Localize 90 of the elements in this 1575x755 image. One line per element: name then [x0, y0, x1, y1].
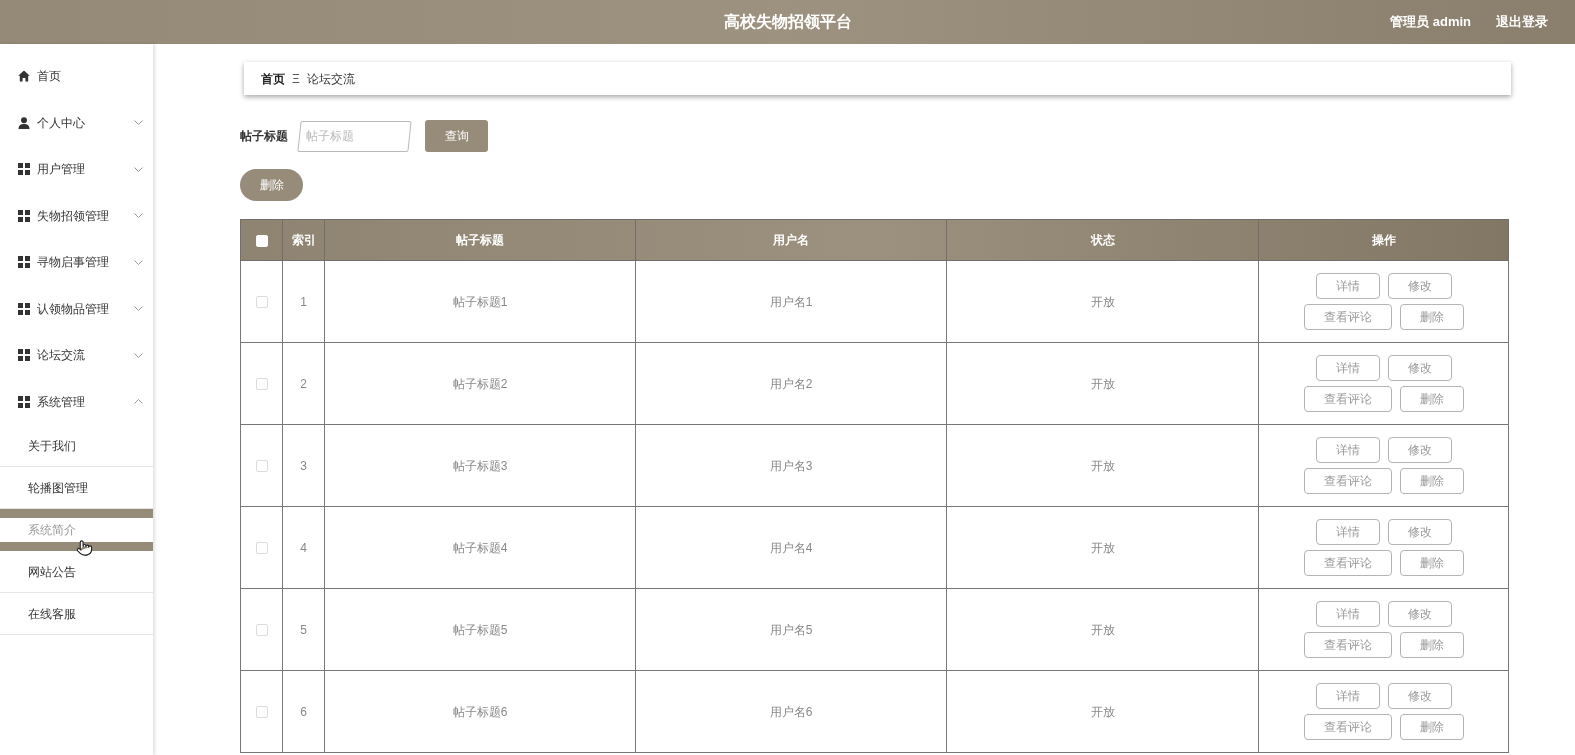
action-button[interactable]: 详情 — [1315, 437, 1380, 463]
row-checkbox[interactable] — [255, 542, 268, 555]
action-button[interactable]: 修改 — [1387, 683, 1452, 709]
table-cell: 5 — [282, 588, 325, 671]
row-checkbox[interactable] — [255, 296, 268, 309]
action-button[interactable]: 详情 — [1315, 355, 1380, 381]
table-cell: 开放 — [946, 424, 1259, 507]
action-button[interactable]: 查看评论 — [1303, 386, 1392, 412]
sidebar-item[interactable]: 首页 — [0, 53, 153, 100]
action-button[interactable]: 查看评论 — [1303, 550, 1392, 576]
action-button[interactable]: 详情 — [1315, 683, 1380, 709]
sidebar-item[interactable]: 个人中心 — [0, 99, 153, 146]
table-cell: 4 — [282, 506, 325, 589]
sidebar-subitem[interactable]: 关于我们 — [0, 425, 153, 467]
action-button[interactable]: 详情 — [1315, 519, 1380, 545]
grid-icon — [18, 209, 30, 222]
sidebar-item[interactable]: 用户管理 — [0, 146, 153, 193]
action-button[interactable]: 删除 — [1399, 468, 1464, 494]
column-header: 索引 — [282, 219, 325, 261]
column-header: 操作 — [1258, 219, 1509, 261]
row-checkbox[interactable] — [255, 706, 268, 719]
action-button[interactable]: 修改 — [1387, 355, 1452, 381]
grid-icon — [18, 256, 30, 269]
table-cell: 帖子标题3 — [324, 424, 636, 507]
action-button[interactable]: 修改 — [1387, 519, 1452, 545]
action-button[interactable]: 删除 — [1399, 386, 1464, 412]
admin-label: 管理员 admin — [1390, 13, 1471, 32]
action-button[interactable]: 删除 — [1399, 550, 1464, 576]
app-title: 高校失物招领平台 — [723, 12, 852, 32]
table-cell: 帖子标题5 — [324, 588, 636, 671]
sidebar-item[interactable]: 系统管理 — [0, 378, 153, 425]
action-button[interactable]: 修改 — [1387, 437, 1452, 463]
user-icon — [18, 116, 30, 129]
action-button[interactable]: 删除 — [1399, 304, 1464, 330]
select-all-checkbox[interactable] — [255, 234, 268, 247]
grid-icon — [18, 349, 30, 362]
table-cell: 开放 — [946, 342, 1259, 425]
action-button[interactable]: 查看评论 — [1303, 632, 1392, 658]
column-header: 状态 — [946, 219, 1259, 261]
action-button[interactable]: 删除 — [1399, 714, 1464, 740]
row-checkbox[interactable] — [255, 378, 268, 391]
grid-icon — [18, 395, 30, 408]
table-cell: 开放 — [946, 260, 1259, 343]
sidebar-item[interactable]: 寻物启事管理 — [0, 239, 153, 286]
table-cell: 开放 — [946, 506, 1259, 589]
table-cell: 帖子标题4 — [324, 506, 636, 589]
sidebar-item[interactable]: 认领物品管理 — [0, 285, 153, 332]
grid-icon — [18, 163, 30, 176]
breadcrumb-link[interactable]: 首页 — [261, 69, 285, 88]
hand-cursor-icon — [76, 538, 93, 558]
logout-link[interactable]: 退出登录 — [1496, 12, 1548, 32]
breadcrumb-separator: Ξ — [292, 70, 300, 88]
row-checkbox[interactable] — [255, 624, 268, 637]
table-cell: 用户名4 — [635, 506, 947, 589]
action-button[interactable]: 修改 — [1387, 601, 1452, 627]
sidebar-item[interactable]: 论坛交流 — [0, 332, 153, 379]
sidebar-subitem[interactable]: 网站公告 — [0, 551, 153, 593]
action-button[interactable]: 修改 — [1387, 273, 1452, 299]
action-button[interactable]: 删除 — [1399, 632, 1464, 658]
column-header: 帖子标题 — [324, 219, 636, 261]
row-checkbox[interactable] — [255, 460, 268, 473]
table-cell: 用户名5 — [635, 588, 947, 671]
table-cell: 帖子标题6 — [324, 670, 636, 753]
table-cell: 2 — [282, 342, 325, 425]
table-cell: 开放 — [946, 670, 1259, 753]
action-button[interactable]: 查看评论 — [1303, 714, 1392, 740]
sidebar-subitem[interactable]: 在线客服 — [0, 593, 153, 635]
table-cell: 帖子标题2 — [324, 342, 636, 425]
search-label: 帖子标题 — [240, 128, 288, 145]
table-cell: 1 — [282, 260, 325, 343]
breadcrumb-current: 论坛交流 — [306, 70, 355, 88]
search-field[interactable]: 帖子标题 — [297, 120, 412, 152]
table-cell: 3 — [282, 424, 325, 507]
action-button[interactable]: 详情 — [1315, 601, 1380, 627]
table-cell: 用户名2 — [635, 342, 947, 425]
table-cell: 用户名6 — [635, 670, 947, 753]
action-button[interactable]: 查看评论 — [1303, 468, 1392, 494]
table-cell: 用户名3 — [635, 424, 947, 507]
delete-button[interactable]: 删除 — [240, 169, 303, 201]
home-icon — [18, 70, 30, 83]
action-button[interactable]: 详情 — [1315, 273, 1380, 299]
table-cell: 帖子标题1 — [324, 260, 636, 343]
sidebar-item[interactable]: 失物招领管理 — [0, 192, 153, 239]
column-header: 用户名 — [635, 219, 947, 261]
action-button[interactable]: 查看评论 — [1303, 304, 1392, 330]
table-cell: 用户名1 — [635, 260, 947, 343]
grid-icon — [18, 302, 30, 315]
table-cell: 6 — [282, 670, 325, 753]
table-cell: 开放 — [946, 588, 1259, 671]
search-button[interactable]: 查询 — [425, 120, 488, 152]
